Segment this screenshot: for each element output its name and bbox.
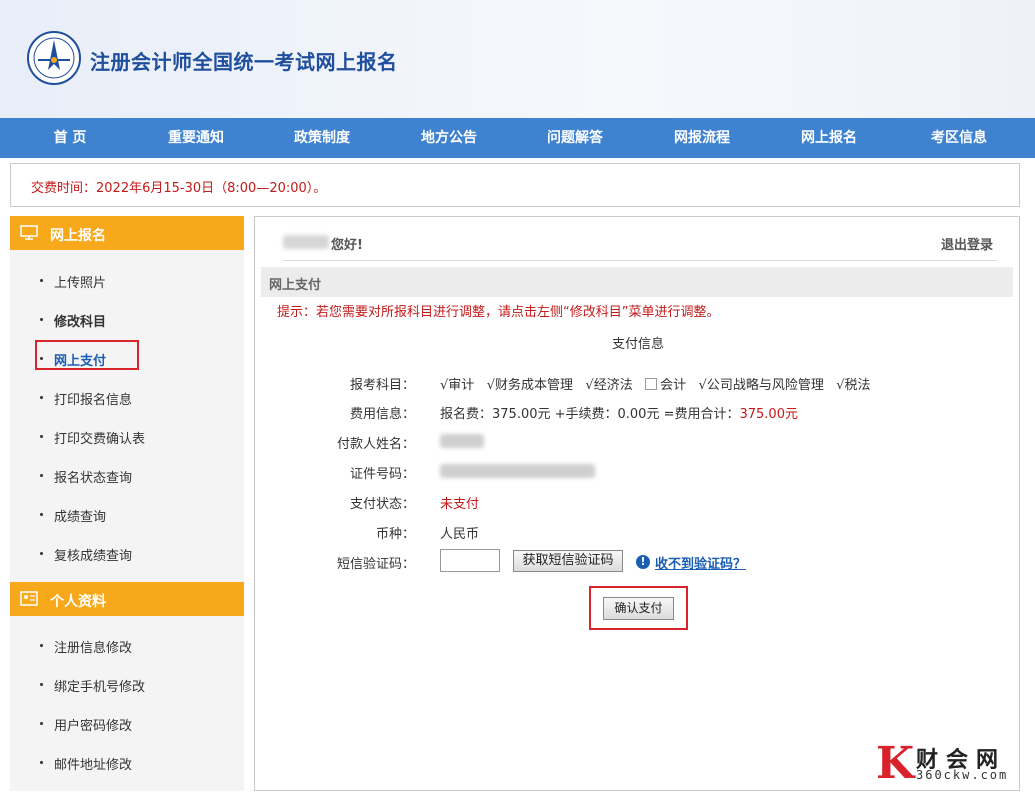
section-header: 网上支付 — [261, 267, 1013, 297]
subject-audit: √审计 — [440, 378, 475, 393]
status-label: 支付状态： — [349, 497, 415, 512]
fee-label: 费用信息： — [349, 407, 415, 422]
sms-code-input[interactable] — [440, 549, 500, 572]
subject-strategy-risk: √公司战略与风险管理 — [698, 378, 824, 393]
site-header: 注册会计师全国统一考试网上报名 — [0, 0, 1035, 118]
get-sms-code-button[interactable]: 获取短信验证码 — [513, 550, 623, 572]
currency-value: 人民币 — [440, 527, 480, 542]
nav-notices[interactable]: 重要通知 — [166, 118, 226, 158]
monitor-icon — [20, 225, 38, 240]
sidebar: 网上报名 上传照片 修改科目 网上支付 打印报名信息 打印交费确认表 报名状态查… — [10, 216, 244, 791]
main-nav: 首 页 重要通知 政策制度 地方公告 问题解答 网报流程 网上报名 考区信息 — [0, 118, 1035, 158]
payer-value — [440, 433, 484, 448]
greeting-row: 您好! 退出登录 — [283, 233, 997, 261]
payment-time-notice: 交费时间：2022年6月15-30日（8:00—20:00）。 — [10, 163, 1020, 207]
site-title: 注册会计师全国统一考试网上报名 — [90, 50, 398, 74]
payment-info-title: 支付信息 — [611, 337, 664, 352]
status-value: 未支付 — [440, 497, 480, 512]
greeting-text: 您好! — [331, 238, 363, 253]
id-label: 证件号码： — [349, 467, 415, 482]
nav-faq[interactable]: 问题解答 — [545, 118, 605, 158]
sidebar-section-profile: 个人资料 — [10, 582, 244, 616]
logout-link[interactable]: 退出登录 — [941, 234, 993, 253]
subject-financial-cost: √财务成本管理 — [486, 378, 573, 393]
subject-tax-law: √税法 — [836, 378, 871, 393]
currency-label: 币种： — [375, 527, 415, 542]
payer-label: 付款人姓名： — [336, 437, 415, 452]
subjects-label: 报考科目： — [349, 378, 415, 393]
no-code-help-link[interactable]: 收不到验证码？ — [655, 553, 746, 572]
nav-home[interactable]: 首 页 — [53, 118, 87, 158]
watermark-logo: K 财会网 360ckw.com — [876, 742, 1026, 786]
blurred-username — [283, 235, 329, 249]
cicpa-logo-icon — [27, 31, 81, 85]
blurred-id-number — [440, 463, 595, 478]
nav-exam-areas[interactable]: 考区信息 — [929, 118, 989, 158]
id-value — [440, 463, 595, 478]
main-panel: 您好! 退出登录 网上支付 提示：若您需要对所报科目进行调整，请点击左侧“修改科… — [254, 216, 1020, 791]
subject-economic-law: √经济法 — [585, 378, 633, 393]
blurred-payer-name — [440, 433, 484, 448]
sidebar-section-title: 个人资料 — [50, 594, 106, 610]
confirm-payment-button[interactable]: 确认支付 — [603, 597, 674, 620]
nav-local[interactable]: 地方公告 — [419, 118, 479, 158]
subject-accounting: 会计 — [660, 378, 687, 393]
notice-text: 交费时间：2022年6月15-30日（8:00—20:00）。 — [31, 181, 327, 196]
fee-breakdown: 报名费：375.00元 +手续费：0.00元 =费用合计： — [440, 407, 740, 422]
id-card-icon — [20, 591, 38, 606]
watermark-url: 360ckw.com — [916, 768, 1009, 782]
subject-accounting-checkbox[interactable] — [645, 378, 658, 390]
sms-label: 短信验证码： — [336, 557, 415, 572]
watermark-k-mark: K — [876, 738, 915, 789]
nav-process[interactable]: 网报流程 — [672, 118, 732, 158]
nav-register[interactable]: 网上报名 — [799, 118, 859, 158]
nav-policies[interactable]: 政策制度 — [292, 118, 352, 158]
fee-total: 375.00元 — [739, 407, 798, 422]
highlight-box — [35, 340, 139, 370]
section-title: 网上支付 — [269, 278, 322, 293]
highlight-box: 确认支付 — [589, 586, 688, 630]
sidebar-section-register: 网上报名 — [10, 216, 244, 250]
fee-value: 报名费：375.00元 +手续费：0.00元 =费用合计：375.00元 — [440, 403, 798, 422]
info-icon: ! — [636, 555, 650, 569]
tip-text: 提示：若您需要对所报科目进行调整，请点击左侧“修改科目”菜单进行调整。 — [277, 305, 720, 320]
subjects-value: √审计 √财务成本管理 √经济法 会计 √公司战略与风险管理 √税法 — [440, 374, 871, 393]
sidebar-section-title: 网上报名 — [50, 228, 106, 244]
